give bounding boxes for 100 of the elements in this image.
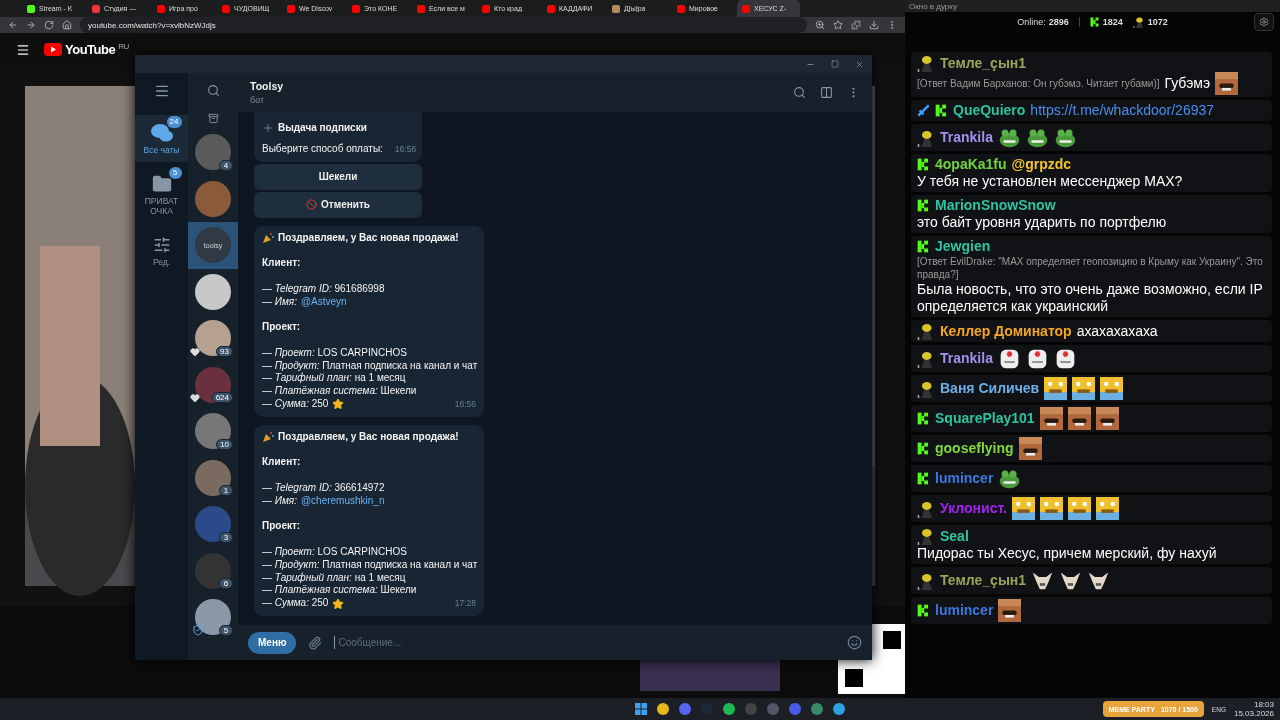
chat-item[interactable]: 10 xyxy=(188,408,238,455)
forward-icon[interactable] xyxy=(26,20,36,30)
extensions-icon[interactable] xyxy=(851,20,861,30)
folder-tab[interactable]: 5 ПРИВАТ ОЧКА xyxy=(135,165,188,223)
favicon-icon xyxy=(677,4,685,13)
emote-icon xyxy=(1100,377,1124,400)
chat-item[interactable]: 93 xyxy=(188,315,238,362)
section-heading: Проект: xyxy=(262,520,302,534)
message-line: — Проект: LOS CARPINCHOS xyxy=(262,346,407,360)
window-title: Окно в дурку xyxy=(909,1,957,11)
menu-icon[interactable] xyxy=(16,42,30,57)
emote-icon xyxy=(998,599,1022,622)
username[interactable]: Seal xyxy=(940,527,969,545)
username[interactable]: Trankila xyxy=(940,129,993,146)
keyboard-button[interactable]: Отменить xyxy=(254,191,422,218)
username[interactable]: Темле_çын1 xyxy=(940,54,1027,72)
chat-item[interactable]: 3 xyxy=(188,501,238,548)
k-badge-icon xyxy=(935,104,948,117)
music-app-icon[interactable] xyxy=(723,703,736,715)
address-field[interactable]: youtube.com/watch?v=xvlbNzWJdjs xyxy=(80,17,807,33)
username[interactable]: Келлер Доминатор xyxy=(940,322,1072,340)
figure-icon xyxy=(917,128,935,147)
chat-item[interactable]: 6 xyxy=(188,547,238,594)
clock[interactable]: 18:03 15.03.2026 xyxy=(1233,700,1274,718)
maximize-icon[interactable] xyxy=(831,60,839,68)
back-icon[interactable] xyxy=(8,20,18,30)
mention[interactable]: @grpzdc xyxy=(1011,156,1072,173)
emote-icon xyxy=(1068,497,1091,520)
bookmark-icon[interactable] xyxy=(833,20,843,30)
k-badge-icon xyxy=(917,442,930,455)
chat-item[interactable]: 1 xyxy=(188,454,238,501)
play-logo-icon xyxy=(44,43,62,56)
sidebar-icon[interactable] xyxy=(820,86,833,99)
party-popper-icon xyxy=(262,232,274,244)
emoji-icon[interactable] xyxy=(847,635,862,650)
message-field[interactable]: Сообщение... xyxy=(334,636,835,649)
username[interactable]: Ваня Силичев xyxy=(940,380,1040,397)
attach-icon[interactable] xyxy=(308,635,323,650)
reload-icon[interactable] xyxy=(44,20,54,30)
username-link[interactable]: @cheremushkin_n xyxy=(300,494,385,508)
keyboard-button[interactable]: Шекели xyxy=(254,163,422,190)
download-icon[interactable] xyxy=(869,20,879,30)
avatar xyxy=(195,413,231,450)
chat-link[interactable]: https://t.me/whackdoor/26937 xyxy=(1030,102,1215,119)
menu-button[interactable]: Меню xyxy=(248,631,297,654)
figure-icon xyxy=(917,322,935,340)
username[interactable]: MarionSnowSnow xyxy=(935,197,1056,214)
settings-button[interactable] xyxy=(1254,13,1274,31)
archive-icon[interactable] xyxy=(207,112,219,124)
close-icon[interactable] xyxy=(855,59,864,69)
emote-icon xyxy=(1039,407,1063,430)
avatar xyxy=(195,180,231,217)
snip-icon[interactable] xyxy=(811,703,824,715)
username[interactable]: Уклонист. xyxy=(940,500,1007,517)
avatar xyxy=(195,459,231,496)
chat-item[interactable]: 4 xyxy=(188,129,238,176)
chat-title: Toolsy xyxy=(250,80,285,92)
home-icon[interactable] xyxy=(62,20,72,30)
emote-icon xyxy=(1215,72,1239,95)
zoom-icon[interactable] xyxy=(815,20,825,30)
emote-icon xyxy=(1044,377,1068,400)
folder-tab[interactable]: 24 Все чаты xyxy=(135,115,188,162)
figure-icon xyxy=(917,571,935,590)
favicon-icon xyxy=(612,4,620,13)
username[interactable]: Темле_çын1 xyxy=(940,572,1027,589)
username[interactable]: lumincer xyxy=(935,470,994,487)
message-line: — Telegram ID: 366614972 xyxy=(262,481,385,495)
search-icon[interactable] xyxy=(793,86,806,99)
app-icon[interactable] xyxy=(767,703,780,715)
username[interactable]: Jewgien xyxy=(935,238,991,255)
avatar xyxy=(195,506,231,543)
logo[interactable]: YouTube RU xyxy=(44,42,129,57)
username[interactable]: gooseflying xyxy=(935,440,1014,457)
username-link[interactable]: @Astveyn xyxy=(300,295,347,309)
message-line: — Сумма: 250 xyxy=(262,597,329,610)
folder-tab[interactable]: Ред. xyxy=(135,226,188,274)
username[interactable]: Trankila xyxy=(940,350,993,367)
chat-app-icon[interactable] xyxy=(679,703,692,715)
viewer-count: 1824 xyxy=(1102,17,1123,27)
username[interactable]: 4opaKa1fu xyxy=(935,156,1007,173)
menu-icon[interactable] xyxy=(153,83,170,99)
avatar xyxy=(195,320,231,357)
unread-count: 5 xyxy=(168,166,182,179)
username[interactable]: lumincer xyxy=(935,602,994,619)
message-title: Поздравляем, у Вас новая продажа! xyxy=(278,231,459,245)
reply-quote: [Ответ Вадим Барханов: Он губэмэ. Читает губами)] xyxy=(917,77,1160,90)
chat-item[interactable]: 5 xyxy=(188,594,238,641)
favicon-icon xyxy=(547,4,555,13)
start-icon[interactable] xyxy=(635,703,648,715)
unread-count: 3 xyxy=(219,531,233,543)
browser-icon[interactable] xyxy=(657,703,670,715)
telegram-app-icon[interactable] xyxy=(833,703,846,715)
chat-item[interactable]: 624 xyxy=(188,361,238,408)
message-text: У тебя не установлен мессенджер MAX? xyxy=(917,173,1183,190)
username[interactable]: SquarePlay101 xyxy=(935,410,1035,427)
player-icon[interactable] xyxy=(789,703,802,715)
composer-bar[interactable]: Меню Сообщение... xyxy=(238,625,872,660)
username[interactable]: QueQuiero xyxy=(953,102,1026,119)
search-icon[interactable] xyxy=(206,83,220,97)
message-line: — Платёжная система: Шекели xyxy=(262,385,417,398)
